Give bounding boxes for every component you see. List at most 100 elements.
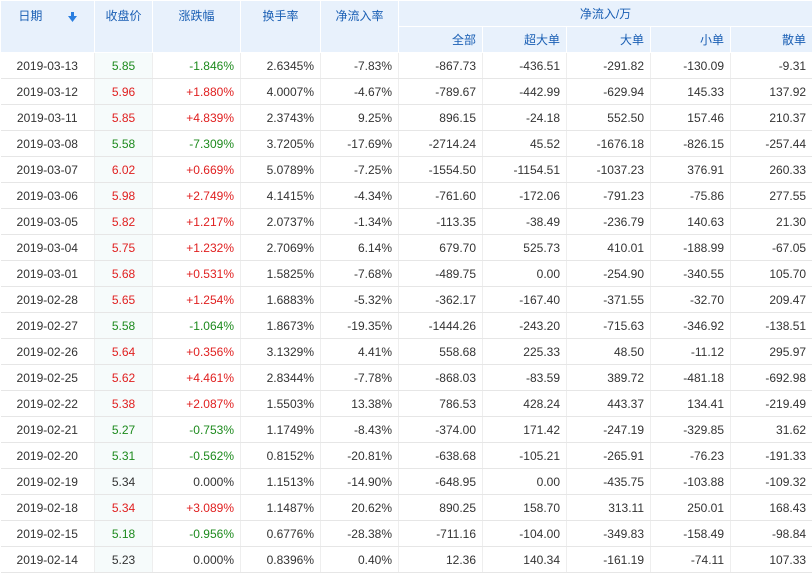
cell-date: 2019-03-07 bbox=[0, 156, 95, 183]
table-row: 2019-03-12 5.96 +1.880% 4.0007% -4.67% -789.6… bbox=[0, 78, 812, 105]
cell-date: 2019-02-14 bbox=[0, 546, 95, 573]
cell-close: 5.34 bbox=[94, 494, 153, 521]
cell-all: -761.60 bbox=[398, 182, 483, 209]
cell-change: -1.064% bbox=[152, 312, 241, 339]
cell-change: 0.000% bbox=[152, 468, 241, 495]
cell-large: -791.23 bbox=[566, 182, 651, 209]
fund-flow-table: 日期 收盘价 涨跌幅 换手率 净流入率 净流入/万 全部 超大单 大单 小单 散… bbox=[0, 0, 812, 573]
cell-net-rate: 6.14% bbox=[320, 234, 399, 261]
cell-small: -346.92 bbox=[650, 312, 731, 339]
header-net-rate[interactable]: 净流入率 bbox=[320, 0, 399, 53]
header-retail[interactable]: 散单 bbox=[729, 26, 812, 53]
cell-date: 2019-02-21 bbox=[0, 416, 95, 443]
cell-large: -715.63 bbox=[566, 312, 651, 339]
header-turnover[interactable]: 换手率 bbox=[240, 0, 321, 53]
sort-down-arrow-icon[interactable] bbox=[67, 11, 77, 22]
cell-small: 140.63 bbox=[650, 208, 731, 235]
cell-change: +3.089% bbox=[152, 494, 241, 521]
table-row: 2019-02-15 5.18 -0.956% 0.6776% -28.38% -711.… bbox=[0, 520, 812, 547]
cell-small: -130.09 bbox=[650, 52, 731, 79]
cell-retail: 210.37 bbox=[730, 104, 812, 131]
cell-super: -172.06 bbox=[482, 182, 567, 209]
cell-super: -83.59 bbox=[482, 364, 567, 391]
header-net-flow-group: 净流入/万 bbox=[397, 0, 812, 27]
cell-net-rate: -7.78% bbox=[320, 364, 399, 391]
header-all[interactable]: 全部 bbox=[398, 26, 483, 53]
cell-date: 2019-02-18 bbox=[0, 494, 95, 521]
cell-large: 410.01 bbox=[566, 234, 651, 261]
cell-small: 134.41 bbox=[650, 390, 731, 417]
cell-date: 2019-02-15 bbox=[0, 520, 95, 547]
cell-net-rate: -7.25% bbox=[320, 156, 399, 183]
table-row: 2019-03-05 5.82 +1.217% 2.0737% -1.34% -113.3… bbox=[0, 208, 812, 235]
cell-date: 2019-03-05 bbox=[0, 208, 95, 235]
table-row: 2019-03-08 5.58 -7.309% 3.7205% -17.69% -2714… bbox=[0, 130, 812, 157]
cell-large: 48.50 bbox=[566, 338, 651, 365]
cell-close: 5.31 bbox=[94, 442, 153, 469]
cell-retail: 107.33 bbox=[730, 546, 812, 573]
cell-large: 313.11 bbox=[566, 494, 651, 521]
cell-large: -254.90 bbox=[566, 260, 651, 287]
cell-small: -74.11 bbox=[650, 546, 731, 573]
header-super[interactable]: 超大单 bbox=[482, 26, 567, 53]
cell-turnover: 3.1329% bbox=[240, 338, 321, 365]
cell-small: -76.23 bbox=[650, 442, 731, 469]
cell-date: 2019-02-25 bbox=[0, 364, 95, 391]
cell-date: 2019-02-20 bbox=[0, 442, 95, 469]
cell-close: 5.85 bbox=[94, 104, 153, 131]
cell-small: 250.01 bbox=[650, 494, 731, 521]
cell-date: 2019-03-08 bbox=[0, 130, 95, 157]
cell-all: 12.36 bbox=[398, 546, 483, 573]
header-large[interactable]: 大单 bbox=[566, 26, 651, 53]
cell-super: -436.51 bbox=[482, 52, 567, 79]
cell-net-rate: -5.32% bbox=[320, 286, 399, 313]
cell-date: 2019-03-13 bbox=[0, 52, 95, 79]
cell-close: 5.85 bbox=[94, 52, 153, 79]
cell-all: -868.03 bbox=[398, 364, 483, 391]
cell-all: -489.75 bbox=[398, 260, 483, 287]
cell-retail: -98.84 bbox=[730, 520, 812, 547]
cell-retail: 105.70 bbox=[730, 260, 812, 287]
cell-retail: 295.97 bbox=[730, 338, 812, 365]
cell-date: 2019-03-12 bbox=[0, 78, 95, 105]
cell-all: 679.70 bbox=[398, 234, 483, 261]
cell-super: 428.24 bbox=[482, 390, 567, 417]
cell-close: 5.98 bbox=[94, 182, 153, 209]
cell-change: +1.232% bbox=[152, 234, 241, 261]
cell-change: -1.846% bbox=[152, 52, 241, 79]
header-close[interactable]: 收盘价 bbox=[94, 0, 153, 53]
cell-all: 896.15 bbox=[398, 104, 483, 131]
cell-all: -374.00 bbox=[398, 416, 483, 443]
cell-close: 5.82 bbox=[94, 208, 153, 235]
cell-close: 5.27 bbox=[94, 416, 153, 443]
table-header: 日期 收盘价 涨跌幅 换手率 净流入率 净流入/万 全部 超大单 大单 小单 散… bbox=[0, 0, 812, 53]
cell-retail: 21.30 bbox=[730, 208, 812, 235]
table-row: 2019-03-07 6.02 +0.669% 5.0789% -7.25% -1554.… bbox=[0, 156, 812, 183]
table-row: 2019-03-04 5.75 +1.232% 2.7069% 6.14% 679.70 5… bbox=[0, 234, 812, 261]
cell-super: 525.73 bbox=[482, 234, 567, 261]
cell-all: -789.67 bbox=[398, 78, 483, 105]
cell-retail: 209.47 bbox=[730, 286, 812, 313]
header-date[interactable]: 日期 bbox=[0, 0, 95, 53]
cell-all: -867.73 bbox=[398, 52, 483, 79]
cell-retail: -67.05 bbox=[730, 234, 812, 261]
cell-net-rate: -19.35% bbox=[320, 312, 399, 339]
cell-all: -113.35 bbox=[398, 208, 483, 235]
cell-close: 5.64 bbox=[94, 338, 153, 365]
cell-large: 443.37 bbox=[566, 390, 651, 417]
table-row: 2019-03-11 5.85 +4.839% 2.3743% 9.25% 896.15-… bbox=[0, 104, 812, 131]
cell-date: 2019-02-27 bbox=[0, 312, 95, 339]
cell-large: -371.55 bbox=[566, 286, 651, 313]
cell-small: -329.85 bbox=[650, 416, 731, 443]
cell-change: +0.356% bbox=[152, 338, 241, 365]
cell-retail: -257.44 bbox=[730, 130, 812, 157]
header-small[interactable]: 小单 bbox=[650, 26, 731, 53]
cell-small: -340.55 bbox=[650, 260, 731, 287]
cell-turnover: 0.8396% bbox=[240, 546, 321, 573]
cell-retail: 31.62 bbox=[730, 416, 812, 443]
cell-retail: 277.55 bbox=[730, 182, 812, 209]
cell-turnover: 1.5825% bbox=[240, 260, 321, 287]
cell-small: 376.91 bbox=[650, 156, 731, 183]
header-change[interactable]: 涨跌幅 bbox=[152, 0, 241, 53]
cell-turnover: 2.6345% bbox=[240, 52, 321, 79]
